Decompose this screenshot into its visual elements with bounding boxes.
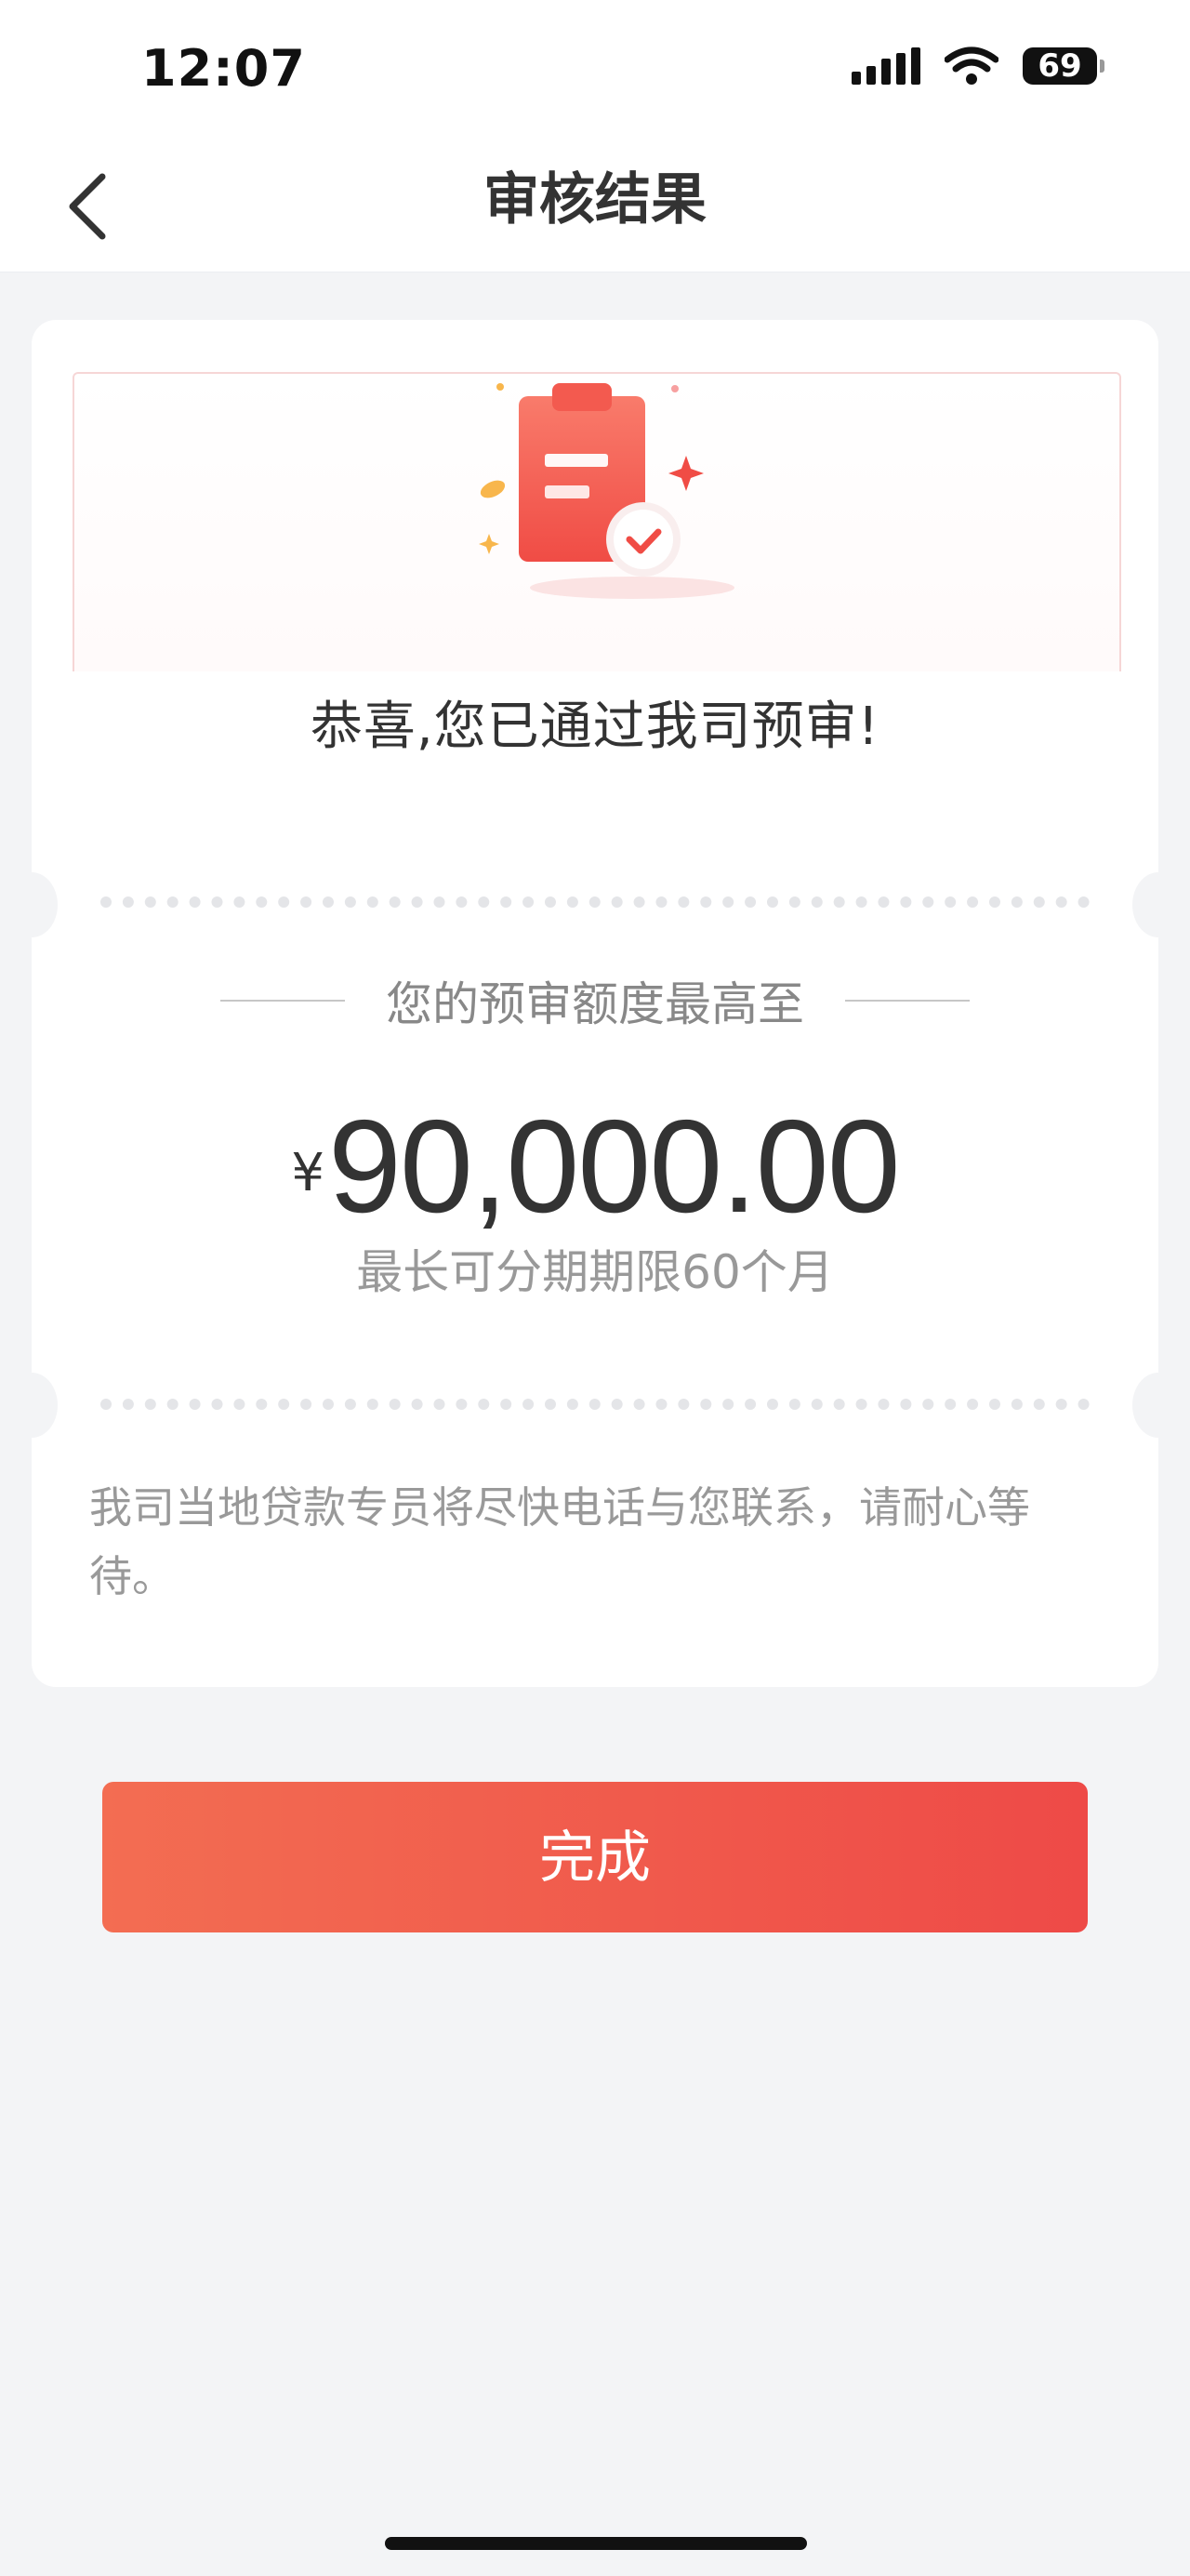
result-card: 恭喜,您已通过我司预审! 您的预审额度最高至 ¥ 90,000.00 最长可分期…: [6, 320, 1184, 1687]
battery-icon: 69: [1023, 47, 1104, 85]
done-button[interactable]: 完成: [102, 1782, 1088, 1932]
ticket-notch-right: [1132, 872, 1184, 937]
clipboard-check-icon: [479, 383, 734, 599]
ticket-notch-right-2: [1132, 1373, 1184, 1438]
limit-caption: 您的预审额度最高至: [386, 977, 804, 1031]
page-title: 审核结果: [483, 167, 707, 232]
ticket-notch-left: [6, 872, 58, 937]
signal-icon: [852, 47, 920, 85]
limit-caption-row: 您的预审额度最高至: [32, 967, 1158, 1034]
ticket-notch-left-2: [6, 1373, 58, 1438]
chevron-left-icon: [69, 173, 106, 240]
back-button[interactable]: [56, 160, 149, 253]
currency-symbol: ¥: [291, 1143, 324, 1203]
amount-row: ¥ 90,000.00: [32, 1101, 1158, 1233]
success-title: 恭喜,您已通过我司预审!: [310, 697, 880, 757]
home-indicator: [385, 2537, 807, 2550]
limit-amount: 90,000.00: [327, 1093, 901, 1241]
divider: [100, 1399, 1090, 1410]
battery-level: 69: [1038, 47, 1082, 85]
term-text: 最长可分期期限60个月: [356, 1245, 834, 1299]
divider: [100, 896, 1090, 908]
status-icons: 69: [852, 46, 1104, 86]
navbar: 审核结果: [0, 139, 1190, 272]
status-bar: 12:07 69: [0, 0, 1190, 139]
wifi-icon: [945, 46, 998, 85]
contact-note: 我司当地贷款专员将尽快电话与您联系，请耐心等待。: [89, 1482, 1030, 1601]
status-time: 12:07: [141, 39, 306, 98]
